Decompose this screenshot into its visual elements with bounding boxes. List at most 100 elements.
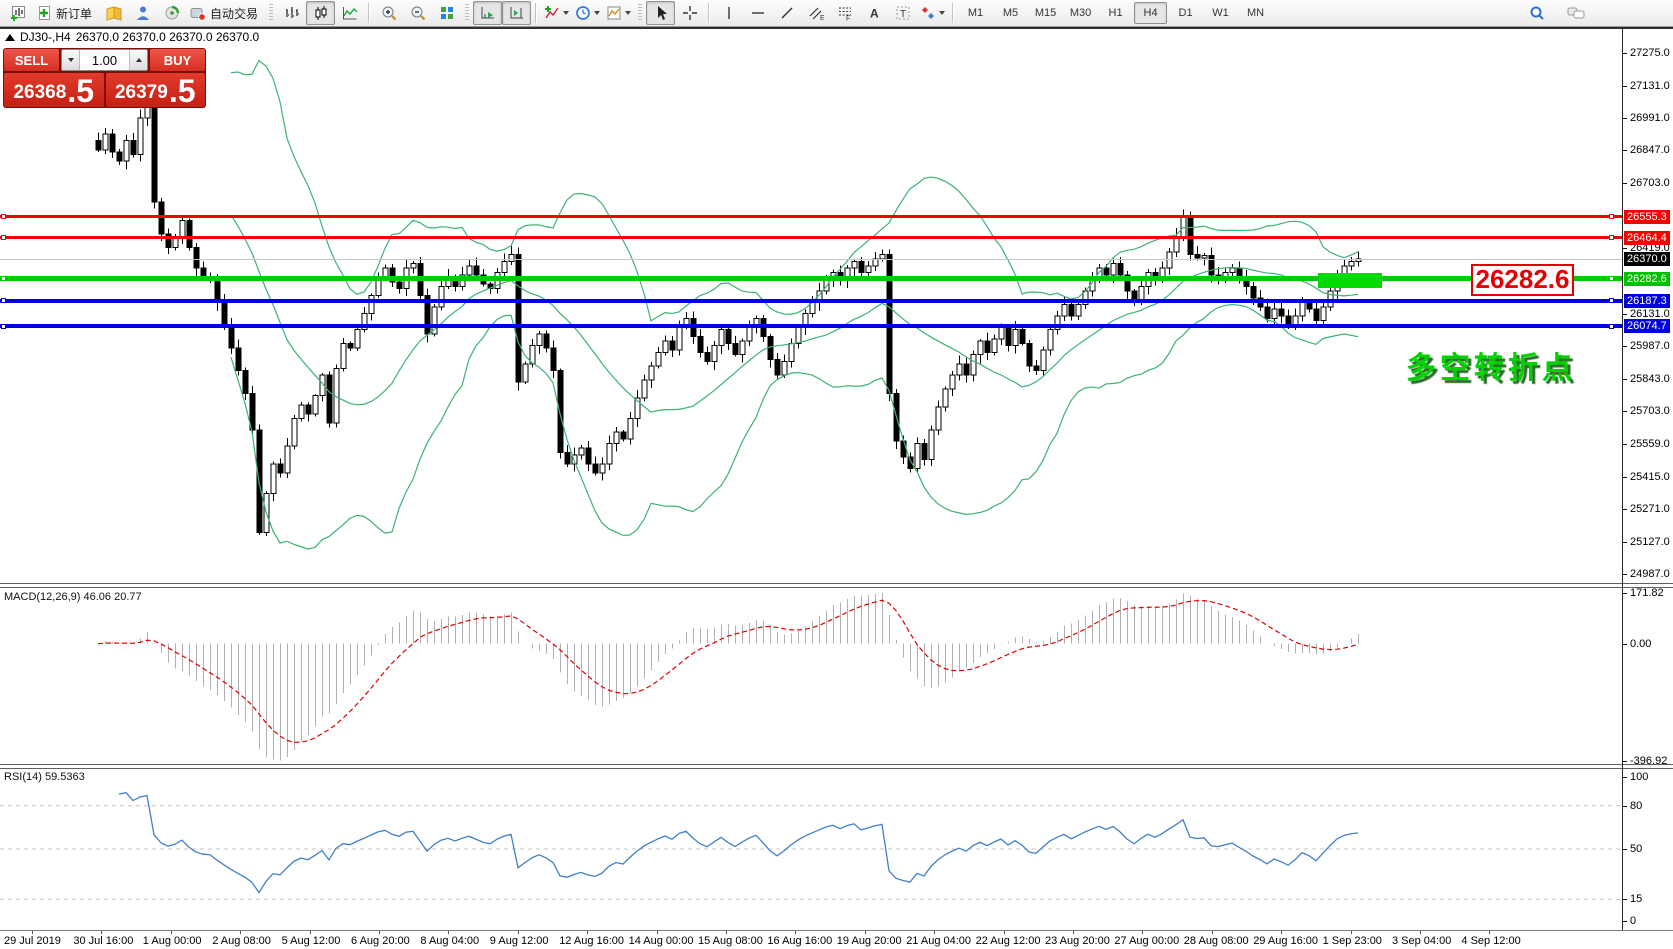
line-handle[interactable] (1, 298, 6, 303)
line-handle[interactable] (1, 214, 6, 219)
timeframe-d1-button[interactable]: D1 (1169, 2, 1202, 24)
rsi-pane-canvas[interactable] (0, 769, 1622, 930)
text-label-button[interactable]: T (888, 1, 917, 25)
sell-button[interactable]: SELL (4, 49, 59, 71)
time-tick (1142, 931, 1143, 934)
time-tick (795, 931, 796, 934)
macd-histogram (99, 593, 1359, 761)
macd-main-value: 46.06 (83, 591, 111, 603)
buy-price-button[interactable]: 26379 .5 (106, 73, 206, 107)
line-handle[interactable] (1, 324, 6, 329)
candlestick-chart-button[interactable] (306, 1, 335, 25)
main-chart-canvas[interactable] (0, 27, 1622, 583)
sell-price-button[interactable]: 26368 .5 (4, 73, 104, 107)
volume-decrease-button[interactable] (62, 50, 80, 70)
text-label-icon: T (895, 5, 911, 21)
toolbar-separator (708, 3, 710, 23)
timeframe-h4-button[interactable]: H4 (1134, 2, 1167, 24)
time-label: 6 Aug 20:00 (351, 935, 410, 947)
equidistant-channel-button[interactable]: E (801, 1, 830, 25)
timeframe-m1-button[interactable]: M1 (959, 2, 992, 24)
timeframe-m30-button[interactable]: M30 (1064, 2, 1097, 24)
time-tick (171, 931, 172, 934)
line-handle[interactable] (1, 235, 6, 240)
search-button[interactable] (1522, 1, 1551, 25)
tile-windows-icon (439, 5, 455, 21)
time-tick (1004, 931, 1005, 934)
terminal-button[interactable] (157, 1, 186, 25)
price-badge-26074.7: 26074.7 (1624, 319, 1670, 333)
time-label: 16 Aug 16:00 (767, 935, 832, 947)
toolbar-grip (269, 4, 273, 22)
line-handle[interactable] (1609, 214, 1614, 219)
svg-text:E: E (820, 15, 824, 21)
green-highlight-rectangle[interactable] (1318, 273, 1382, 288)
text-button[interactable]: A (859, 1, 888, 25)
price-level-line-26555.3[interactable] (0, 215, 1622, 218)
price-callout-label[interactable]: 26282.6 (1471, 264, 1574, 296)
line-handle[interactable] (1609, 235, 1614, 240)
cursor-icon (653, 5, 669, 21)
time-tick (726, 931, 727, 934)
sell-label: SELL (15, 53, 48, 68)
time-tick (310, 931, 311, 934)
timeframe-w1-button[interactable]: W1 (1204, 2, 1237, 24)
timeframe-m15-button[interactable]: M15 (1029, 2, 1062, 24)
time-label: 19 Aug 20:00 (837, 935, 902, 947)
chat-button[interactable] (1561, 1, 1590, 25)
templates-button[interactable] (603, 1, 634, 25)
chart-shift-button[interactable] (502, 1, 531, 25)
market-watch-icon (106, 5, 122, 21)
macd-pane-canvas[interactable] (0, 589, 1622, 764)
turning-point-note[interactable]: 多空转折点 (1406, 343, 1576, 387)
arrows-button[interactable] (917, 1, 948, 25)
time-label: 30 Jul 16:00 (73, 935, 133, 947)
time-tick (1420, 931, 1421, 934)
market-watch-button[interactable] (99, 1, 128, 25)
axis-tick (1622, 509, 1627, 510)
price-level-line-26464.4[interactable] (0, 236, 1622, 239)
new-order-button[interactable]: 新订单 (32, 1, 99, 25)
periods-button[interactable] (572, 1, 603, 25)
crosshair-button[interactable] (675, 1, 704, 25)
trendline-button[interactable] (772, 1, 801, 25)
volume-increase-button[interactable] (129, 50, 147, 70)
timeframe-h1-button[interactable]: H1 (1099, 2, 1132, 24)
svg-text:A: A (870, 7, 879, 21)
horizontal-line-button[interactable] (743, 1, 772, 25)
zoom-in-button[interactable] (374, 1, 403, 25)
timeframe-m5-button[interactable]: M5 (994, 2, 1027, 24)
tile-windows-button[interactable] (432, 1, 461, 25)
chart-shift-icon (509, 5, 525, 21)
axis-tick (1622, 183, 1627, 184)
price-level-line-26074.7[interactable] (0, 324, 1622, 328)
bar-chart-button[interactable] (277, 1, 306, 25)
price-level-line-26187.3[interactable] (0, 299, 1622, 303)
auto-trading-icon (190, 5, 206, 21)
line-chart-button[interactable] (335, 1, 364, 25)
price-level-line-26370[interactable] (0, 259, 1622, 260)
candlestick-chart-icon (313, 5, 329, 21)
macd-tick-label: -396.92 (1630, 755, 1667, 767)
timeframe-mn-button[interactable]: MN (1239, 2, 1272, 24)
volume-input[interactable] (80, 50, 129, 70)
line-handle[interactable] (1, 276, 6, 281)
line-handle[interactable] (1609, 324, 1614, 329)
buy-price-main: 26379 (115, 80, 168, 106)
macd-label: MACD(12,26,9) 46.06 20.77 (4, 591, 142, 603)
line-handle[interactable] (1609, 276, 1614, 281)
new-chart-button[interactable] (3, 1, 32, 25)
fibonacci-button[interactable]: F (830, 1, 859, 25)
buy-button[interactable]: BUY (150, 49, 205, 71)
navigator-button[interactable] (128, 1, 157, 25)
indicators-button[interactable] (541, 1, 572, 25)
auto-scroll-button[interactable] (473, 1, 502, 25)
vertical-line-button[interactable] (714, 1, 743, 25)
auto-trading-button[interactable]: 自动交易 (186, 1, 265, 25)
bar-chart-icon (284, 5, 300, 21)
zoom-out-button[interactable] (403, 1, 432, 25)
pane-separator[interactable] (0, 583, 1673, 588)
axis-tick (1622, 849, 1627, 850)
line-handle[interactable] (1609, 298, 1614, 303)
cursor-button[interactable] (646, 1, 675, 25)
